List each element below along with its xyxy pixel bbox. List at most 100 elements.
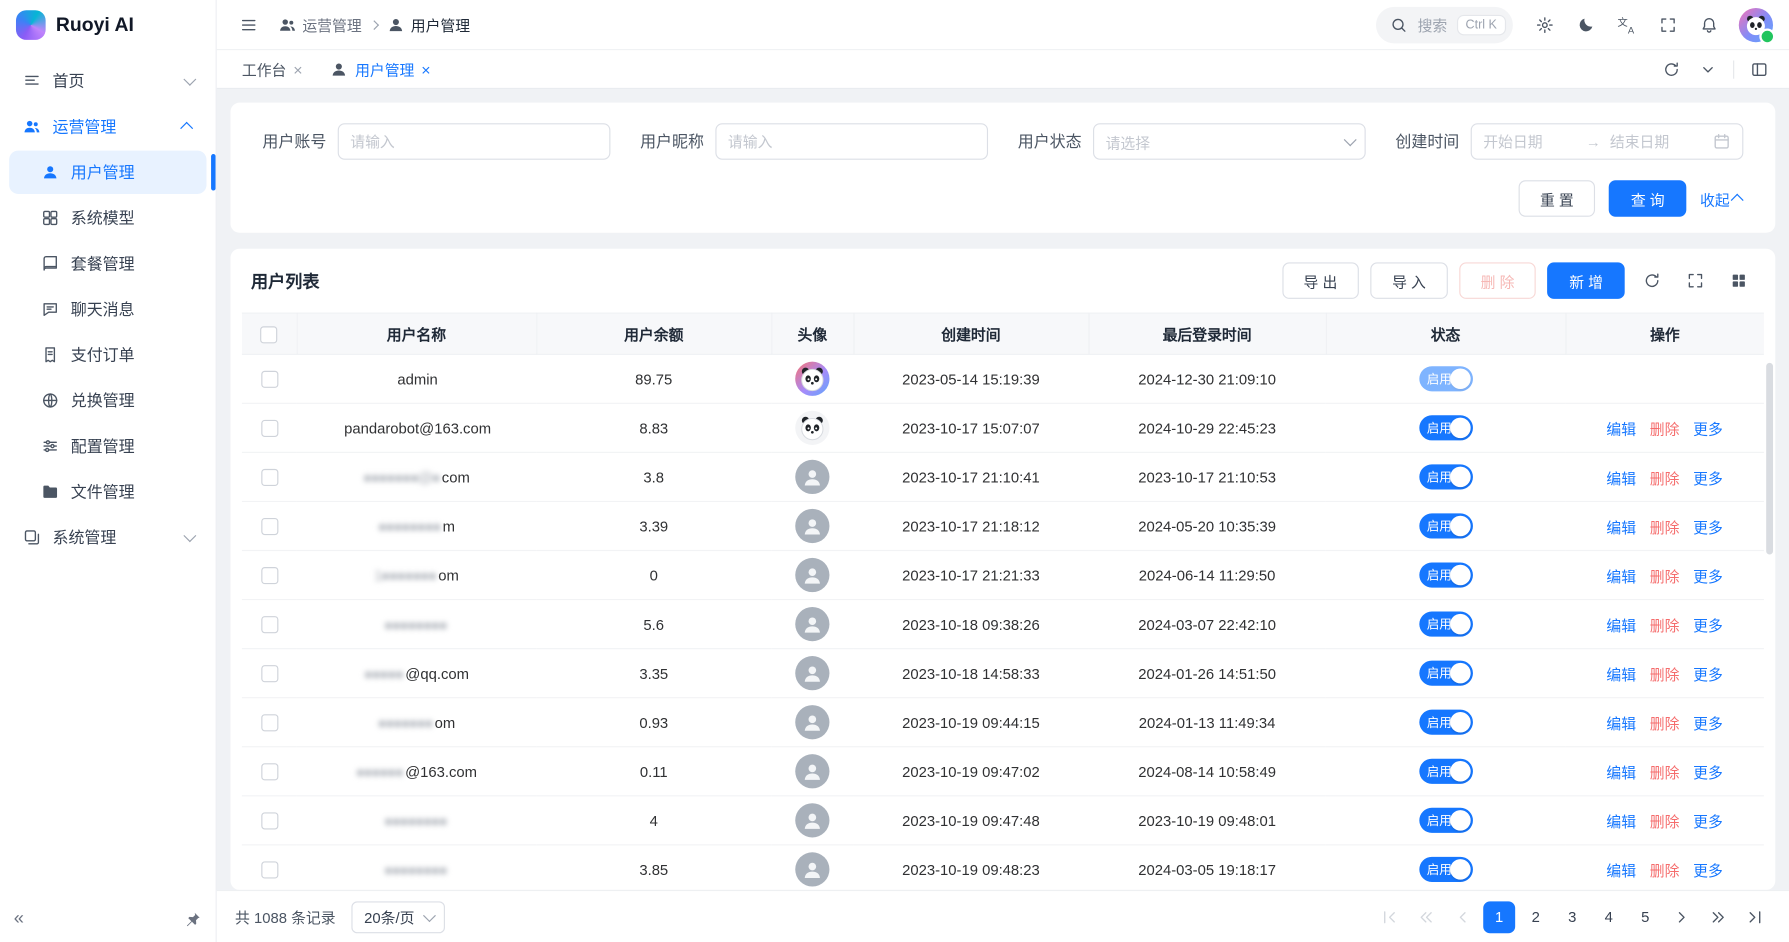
status-toggle[interactable]: 启用 bbox=[1419, 562, 1473, 587]
logo[interactable]: Ruoyi AI bbox=[0, 0, 216, 50]
status-toggle[interactable]: 启用 bbox=[1419, 661, 1473, 686]
row-checkbox[interactable] bbox=[261, 469, 278, 486]
delete-link[interactable]: 删除 bbox=[1650, 715, 1680, 732]
status-toggle[interactable]: 启用 bbox=[1419, 808, 1473, 833]
bell-icon[interactable] bbox=[1693, 9, 1725, 41]
sidebar-subitem[interactable]: 支付订单 bbox=[9, 333, 206, 376]
page-size-select[interactable]: 20条/页 bbox=[352, 901, 446, 933]
global-search-input[interactable]: 搜索 Ctrl K bbox=[1377, 6, 1513, 43]
more-link[interactable]: 更多 bbox=[1693, 617, 1723, 634]
edit-link[interactable]: 编辑 bbox=[1606, 715, 1636, 732]
page-button-2[interactable]: 2 bbox=[1520, 901, 1552, 933]
delete-link[interactable]: 删除 bbox=[1650, 568, 1680, 585]
status-toggle[interactable]: 启用 bbox=[1419, 857, 1473, 882]
more-link[interactable]: 更多 bbox=[1693, 469, 1723, 486]
more-link[interactable]: 更多 bbox=[1693, 568, 1723, 585]
row-checkbox[interactable] bbox=[261, 371, 278, 388]
sidebar-subitem[interactable]: 文件管理 bbox=[9, 470, 206, 513]
export-button[interactable]: 导 出 bbox=[1282, 262, 1359, 299]
sidebar-subitem[interactable]: 系统模型 bbox=[9, 196, 206, 239]
hamburger-icon[interactable] bbox=[233, 9, 265, 41]
refresh-icon[interactable] bbox=[1636, 265, 1668, 297]
row-checkbox[interactable] bbox=[261, 812, 278, 829]
layout-icon[interactable] bbox=[1743, 53, 1775, 85]
sidebar-subitem[interactable]: 聊天消息 bbox=[9, 288, 206, 331]
date-range-picker[interactable]: → bbox=[1471, 123, 1744, 160]
row-checkbox[interactable] bbox=[261, 420, 278, 437]
reset-button[interactable]: 重 置 bbox=[1518, 180, 1595, 217]
breadcrumb-user-management[interactable]: 用户管理 bbox=[387, 14, 470, 36]
status-toggle[interactable]: 启用 bbox=[1419, 415, 1473, 440]
edit-link[interactable]: 编辑 bbox=[1606, 420, 1636, 437]
row-checkbox[interactable] bbox=[261, 567, 278, 584]
status-toggle[interactable]: 启用 bbox=[1419, 710, 1473, 735]
breadcrumb-operations[interactable]: 运营管理 bbox=[278, 14, 361, 36]
edit-link[interactable]: 编辑 bbox=[1606, 813, 1636, 830]
add-button[interactable]: 新 增 bbox=[1548, 262, 1625, 299]
delete-link[interactable]: 删除 bbox=[1650, 469, 1680, 486]
row-checkbox[interactable] bbox=[261, 763, 278, 780]
more-link[interactable]: 更多 bbox=[1693, 420, 1723, 437]
page-button-5[interactable]: 5 bbox=[1629, 901, 1661, 933]
row-checkbox[interactable] bbox=[261, 861, 278, 878]
sidebar-item-operations[interactable]: 运营管理 bbox=[9, 105, 206, 148]
collapse-filter-link[interactable]: 收起 bbox=[1700, 188, 1743, 210]
status-select[interactable]: 请选择 bbox=[1093, 123, 1366, 160]
more-link[interactable]: 更多 bbox=[1693, 715, 1723, 732]
expand-icon[interactable] bbox=[1679, 265, 1711, 297]
tab-workbench[interactable]: 工作台 × bbox=[230, 54, 314, 84]
date-start-input[interactable] bbox=[1483, 133, 1577, 150]
sidebar-subitem[interactable]: 兑换管理 bbox=[9, 379, 206, 422]
moon-icon[interactable] bbox=[1570, 9, 1602, 41]
import-button[interactable]: 导 入 bbox=[1370, 262, 1447, 299]
refresh-icon[interactable] bbox=[1656, 53, 1688, 85]
sidebar-item-system[interactable]: 系统管理 bbox=[9, 516, 206, 559]
status-toggle[interactable]: 启用 bbox=[1419, 366, 1473, 391]
more-link[interactable]: 更多 bbox=[1693, 666, 1723, 683]
row-checkbox[interactable] bbox=[261, 714, 278, 731]
sidebar-subitem[interactable]: 套餐管理 bbox=[9, 242, 206, 285]
status-toggle[interactable]: 启用 bbox=[1419, 513, 1473, 538]
tab-user-management[interactable]: 用户管理 × bbox=[319, 54, 442, 84]
more-link[interactable]: 更多 bbox=[1693, 862, 1723, 879]
status-toggle[interactable]: 启用 bbox=[1419, 759, 1473, 784]
edit-link[interactable]: 编辑 bbox=[1606, 764, 1636, 781]
sidebar-subitem[interactable]: 用户管理 bbox=[9, 151, 206, 194]
delete-link[interactable]: 删除 bbox=[1650, 764, 1680, 781]
row-checkbox[interactable] bbox=[261, 616, 278, 633]
jump-forward-button[interactable] bbox=[1702, 901, 1734, 933]
jump-back-button[interactable] bbox=[1410, 901, 1442, 933]
delete-link[interactable]: 删除 bbox=[1650, 666, 1680, 683]
delete-button[interactable]: 删 除 bbox=[1459, 262, 1536, 299]
status-toggle[interactable]: 启用 bbox=[1419, 612, 1473, 637]
row-checkbox[interactable] bbox=[261, 518, 278, 535]
more-link[interactable]: 更多 bbox=[1693, 764, 1723, 781]
user-avatar-menu[interactable] bbox=[1739, 7, 1773, 41]
close-icon[interactable]: × bbox=[421, 61, 430, 77]
more-link[interactable]: 更多 bbox=[1693, 813, 1723, 830]
delete-link[interactable]: 删除 bbox=[1650, 862, 1680, 879]
chevron-down-icon[interactable] bbox=[1692, 53, 1724, 85]
next-page-button[interactable] bbox=[1666, 901, 1698, 933]
delete-link[interactable]: 删除 bbox=[1650, 519, 1680, 536]
search-button[interactable]: 查 询 bbox=[1609, 180, 1686, 217]
edit-link[interactable]: 编辑 bbox=[1606, 519, 1636, 536]
edit-link[interactable]: 编辑 bbox=[1606, 469, 1636, 486]
page-button-3[interactable]: 3 bbox=[1556, 901, 1588, 933]
sidebar-item-home[interactable]: 首页 bbox=[9, 59, 206, 102]
edit-link[interactable]: 编辑 bbox=[1606, 617, 1636, 634]
fullscreen-icon[interactable] bbox=[1652, 9, 1684, 41]
page-button-4[interactable]: 4 bbox=[1593, 901, 1625, 933]
delete-link[interactable]: 删除 bbox=[1650, 813, 1680, 830]
more-link[interactable]: 更多 bbox=[1693, 519, 1723, 536]
account-input[interactable] bbox=[350, 133, 598, 150]
nickname-input[interactable] bbox=[728, 133, 976, 150]
gear-icon[interactable] bbox=[1529, 9, 1561, 41]
close-icon[interactable]: × bbox=[293, 61, 302, 77]
first-page-button[interactable] bbox=[1374, 901, 1406, 933]
prev-page-button[interactable] bbox=[1447, 901, 1479, 933]
row-checkbox[interactable] bbox=[261, 665, 278, 682]
table-scrollbar[interactable] bbox=[1766, 363, 1773, 555]
edit-link[interactable]: 编辑 bbox=[1606, 568, 1636, 585]
delete-link[interactable]: 删除 bbox=[1650, 420, 1680, 437]
